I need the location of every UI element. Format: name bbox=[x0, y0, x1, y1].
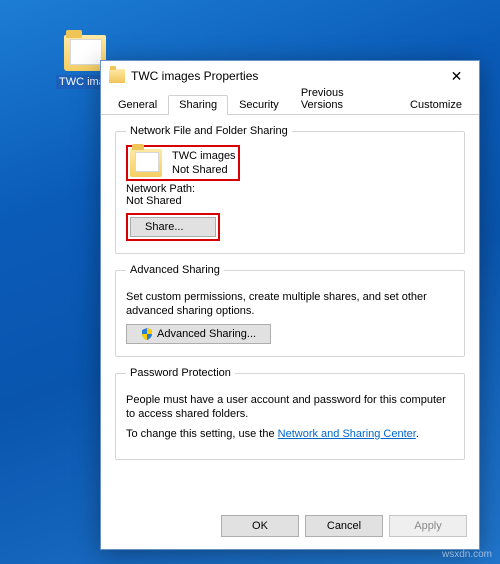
properties-dialog: TWC images Properties ✕ General Sharing … bbox=[100, 60, 480, 550]
tab-security[interactable]: Security bbox=[228, 95, 290, 115]
tabstrip: General Sharing Security Previous Versio… bbox=[101, 91, 479, 115]
network-path-label: Network Path: bbox=[126, 183, 454, 195]
password-protection-group: Password Protection People must have a u… bbox=[115, 367, 465, 460]
password-protection-desc: People must have a user account and pass… bbox=[126, 393, 454, 421]
window-title: TWC images Properties bbox=[131, 69, 434, 83]
share-folder-name: TWC images bbox=[172, 149, 236, 163]
tab-previous-versions[interactable]: Previous Versions bbox=[290, 83, 399, 115]
watermark: wsxdn.com bbox=[442, 549, 492, 560]
folder-icon bbox=[109, 69, 125, 83]
ok-button[interactable]: OK bbox=[221, 515, 299, 537]
cancel-button[interactable]: Cancel bbox=[305, 515, 383, 537]
share-button[interactable]: Share... bbox=[130, 217, 216, 237]
advanced-sharing-legend: Advanced Sharing bbox=[126, 264, 224, 276]
network-sharing-center-link[interactable]: Network and Sharing Center bbox=[278, 428, 416, 440]
highlight-share-info: TWC images Not Shared bbox=[126, 145, 240, 181]
share-state: Not Shared bbox=[172, 163, 236, 177]
advanced-sharing-desc: Set custom permissions, create multiple … bbox=[126, 290, 454, 318]
tab-sharing[interactable]: Sharing bbox=[168, 95, 228, 115]
password-protection-legend: Password Protection bbox=[126, 367, 235, 379]
tab-customize[interactable]: Customize bbox=[399, 95, 473, 115]
sharing-panel: Network File and Folder Sharing TWC imag… bbox=[101, 115, 479, 507]
network-sharing-legend: Network File and Folder Sharing bbox=[126, 125, 292, 137]
dialog-buttons: OK Cancel Apply bbox=[101, 507, 479, 549]
tab-general[interactable]: General bbox=[107, 95, 168, 115]
password-change-line: To change this setting, use the Network … bbox=[126, 427, 454, 441]
shield-icon bbox=[141, 328, 153, 340]
network-sharing-group: Network File and Folder Sharing TWC imag… bbox=[115, 125, 465, 254]
network-path-value: Not Shared bbox=[126, 195, 454, 207]
advanced-sharing-button[interactable]: Advanced Sharing... bbox=[126, 324, 271, 344]
advanced-sharing-group: Advanced Sharing Set custom permissions,… bbox=[115, 264, 465, 357]
apply-button[interactable]: Apply bbox=[389, 515, 467, 537]
share-text: TWC images Not Shared bbox=[172, 149, 236, 177]
highlight-share-button: Share... bbox=[126, 213, 220, 241]
close-icon: ✕ bbox=[451, 68, 463, 85]
close-button[interactable]: ✕ bbox=[434, 61, 479, 91]
folder-icon bbox=[130, 149, 162, 177]
